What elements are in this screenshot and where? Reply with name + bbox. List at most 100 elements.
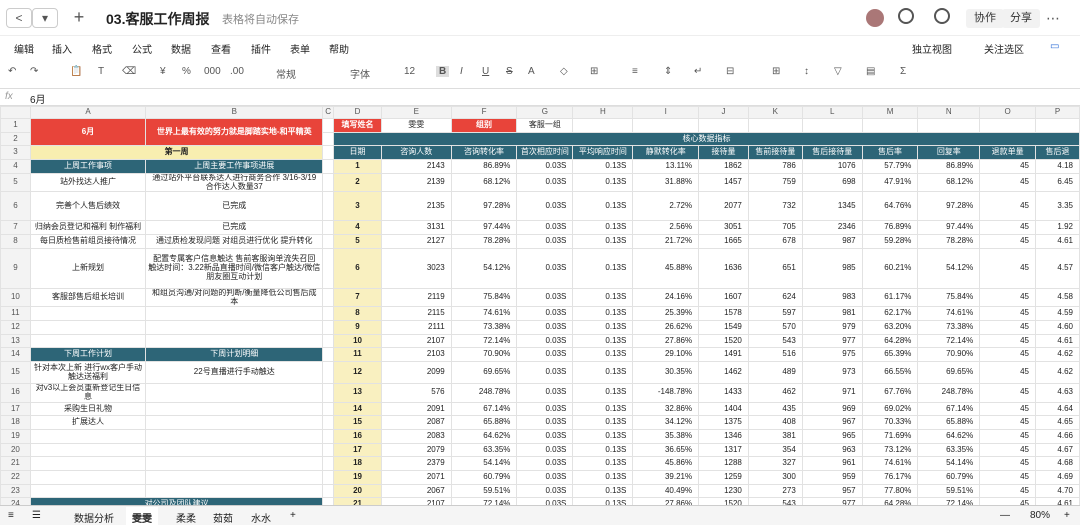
column-header-P[interactable]: P (1035, 106, 1080, 119)
data-cell[interactable]: 0.13S (572, 347, 634, 363)
left-col-a[interactable] (29, 306, 147, 321)
left-col-a[interactable]: 扩展达人 (29, 415, 147, 431)
sort-icon[interactable]: ↕ (804, 66, 809, 77)
data-cell[interactable]: 4.62 (1035, 347, 1080, 363)
header-cell[interactable]: 日期 (333, 145, 382, 161)
row-header-22[interactable]: 22 (0, 470, 31, 485)
data-cell[interactable]: 68.12% (450, 172, 518, 193)
data-cell[interactable]: 72.14% (450, 333, 518, 349)
data-cell[interactable]: 0.13S (572, 191, 634, 222)
row-header-11[interactable]: 11 (0, 306, 31, 321)
left-col-b[interactable]: 通过质检发现问题 对组员进行优化 提升转化 (145, 234, 324, 249)
spacer-cell[interactable] (322, 483, 335, 499)
data-cell[interactable]: 4.70 (1035, 483, 1080, 499)
fill-name-label[interactable]: 填写姓名 (333, 118, 382, 133)
header-cell[interactable]: 首次相应时间 (516, 145, 574, 161)
data-cell[interactable]: 0.03S (516, 172, 574, 193)
data-cell[interactable]: 2346 (801, 220, 863, 236)
data-cell[interactable]: 97.28% (917, 191, 981, 222)
back-button[interactable]: < (6, 8, 32, 28)
data-cell[interactable]: 45 (979, 172, 1037, 193)
left-col-a[interactable] (29, 483, 147, 499)
group-value[interactable]: 客服一组 (516, 118, 574, 133)
data-cell[interactable]: 4.64 (1035, 401, 1080, 417)
font-select[interactable]: 字体 (350, 66, 370, 81)
empty-cell[interactable] (698, 118, 749, 133)
data-cell[interactable]: 0.13S (572, 401, 634, 417)
data-cell[interactable]: 576 (380, 383, 452, 403)
data-cell[interactable]: 40.49% (632, 483, 700, 499)
data-cell[interactable]: 21 (333, 497, 382, 505)
sum-icon[interactable]: Σ (900, 66, 906, 77)
clear-format-icon[interactable]: ⌫ (122, 66, 136, 77)
data-cell[interactable]: 65.88% (450, 415, 518, 431)
font-size-select[interactable]: 12 (404, 66, 415, 77)
row-header-23[interactable]: 23 (0, 483, 31, 499)
data-cell[interactable]: 1317 (698, 442, 749, 458)
data-cell[interactable]: 0.13S (572, 442, 634, 458)
data-cell[interactable]: 45 (979, 234, 1037, 249)
header-cell[interactable]: 售后接待量 (801, 145, 863, 161)
data-cell[interactable]: 1636 (698, 247, 749, 289)
data-cell[interactable]: 61.17% (861, 287, 919, 308)
data-cell[interactable]: 20 (333, 483, 382, 499)
left-col-b[interactable] (145, 306, 324, 321)
data-cell[interactable]: 76.17% (861, 470, 919, 485)
fill-color-icon[interactable]: ◇ (560, 66, 568, 77)
data-cell[interactable]: 1491 (698, 347, 749, 363)
data-cell[interactable]: 3023 (380, 247, 452, 289)
data-cell[interactable]: 74.61% (861, 456, 919, 472)
data-cell[interactable]: 971 (801, 383, 863, 403)
data-cell[interactable]: 45.88% (632, 247, 700, 289)
data-cell[interactable]: 64.62% (450, 429, 518, 444)
data-cell[interactable]: 54.14% (917, 456, 981, 472)
header-cell[interactable]: 咨询转化率 (450, 145, 518, 161)
data-cell[interactable]: 45 (979, 470, 1037, 485)
data-cell[interactable]: 14 (333, 401, 382, 417)
avatar[interactable] (866, 9, 884, 27)
data-cell[interactable]: 0.13S (572, 159, 634, 174)
data-cell[interactable]: 0.03S (516, 497, 574, 505)
column-header-A[interactable]: A (29, 106, 147, 119)
data-cell[interactable]: 62.17% (861, 306, 919, 321)
data-cell[interactable]: 4.59 (1035, 306, 1080, 321)
data-cell[interactable]: 54.12% (450, 247, 518, 289)
name-value[interactable]: 雯雯 (380, 118, 452, 133)
row-header-13[interactable]: 13 (0, 333, 31, 349)
data-cell[interactable]: 4.62 (1035, 361, 1080, 385)
data-cell[interactable]: 0.03S (516, 306, 574, 321)
left-col-b[interactable] (145, 429, 324, 444)
data-cell[interactable]: 67.76% (861, 383, 919, 403)
data-cell[interactable]: 45 (979, 220, 1037, 236)
spacer-cell[interactable] (322, 287, 335, 308)
data-cell[interactable]: 0.13S (572, 220, 634, 236)
data-cell[interactable]: 65.88% (917, 415, 981, 431)
data-cell[interactable]: 2127 (380, 234, 452, 249)
data-cell[interactable]: 1288 (698, 456, 749, 472)
data-cell[interactable]: 16 (333, 429, 382, 444)
data-cell[interactable]: 0.13S (572, 361, 634, 385)
menu-form[interactable]: 表单 (290, 41, 310, 56)
data-cell[interactable]: 1259 (698, 470, 749, 485)
data-cell[interactable]: 45 (979, 306, 1037, 321)
data-cell[interactable]: 0.03S (516, 247, 574, 289)
left-col-b[interactable] (145, 401, 324, 417)
data-cell[interactable]: 7 (333, 287, 382, 308)
data-cell[interactable]: 70.33% (861, 415, 919, 431)
header-cell[interactable]: 退款单量 (979, 145, 1037, 161)
data-cell[interactable]: 961 (801, 456, 863, 472)
data-cell[interactable]: 2067 (380, 483, 452, 499)
spacer-cell[interactable] (322, 247, 335, 289)
paste-icon[interactable]: 📋 (70, 66, 82, 77)
chart-icon[interactable]: ▤ (866, 66, 875, 77)
column-header-H[interactable]: H (572, 106, 634, 119)
data-cell[interactable]: 0.13S (572, 383, 634, 403)
data-cell[interactable]: 69.02% (861, 401, 919, 417)
data-cell[interactable]: 2119 (380, 287, 452, 308)
spacer-cell[interactable] (322, 159, 335, 174)
section-title[interactable]: 核心数据指标 (333, 131, 1080, 147)
column-header-I[interactable]: I (632, 106, 700, 119)
data-cell[interactable]: 0.03S (516, 383, 574, 403)
row-header-3[interactable]: 3 (0, 145, 31, 161)
left-col-a[interactable] (29, 442, 147, 458)
